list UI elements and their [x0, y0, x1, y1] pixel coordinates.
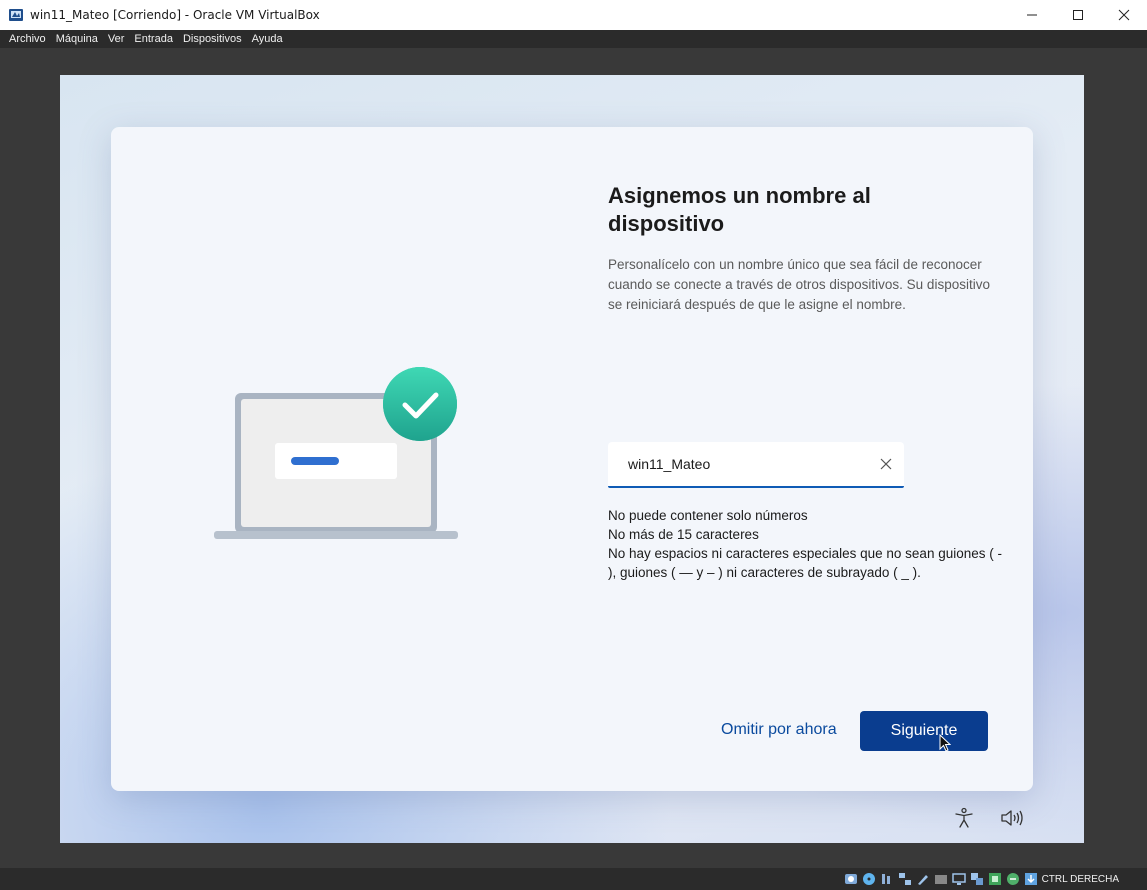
menu-ayuda[interactable]: Ayuda — [247, 30, 288, 48]
name-rules: No puede contener solo números No más de… — [608, 506, 1003, 582]
recording-icon[interactable] — [970, 872, 984, 886]
menu-bar: Archivo Máquina Ver Entrada Dispositivos… — [0, 30, 1147, 48]
guest-screen[interactable]: Asignemos un nombre al dispositivo Perso… — [60, 75, 1084, 843]
maximize-button[interactable] — [1055, 0, 1101, 30]
usb-icon[interactable] — [916, 872, 930, 886]
keyboard-icon[interactable] — [1024, 872, 1038, 886]
setup-card: Asignemos un nombre al dispositivo Perso… — [111, 127, 1033, 791]
rule-item: No hay espacios ni caracteres especiales… — [608, 546, 1002, 580]
rule-item: No puede contener solo números — [608, 508, 808, 523]
page-description: Personalícelo con un nombre único que se… — [608, 257, 990, 312]
mouse-cursor-icon — [939, 734, 951, 752]
volume-icon[interactable] — [1000, 807, 1024, 829]
window-title: win11_Mateo [Corriendo] - Oracle VM Virt… — [30, 8, 320, 22]
audio-icon[interactable] — [880, 872, 894, 886]
page-title: Asignemos un nombre al dispositivo — [608, 183, 871, 236]
network-icon[interactable] — [898, 872, 912, 886]
hdd-icon[interactable] — [844, 872, 858, 886]
close-icon — [1118, 9, 1130, 21]
window-controls — [1009, 0, 1147, 30]
mouse-integration-icon[interactable] — [1006, 872, 1020, 886]
next-button[interactable]: Siguiente — [860, 711, 988, 751]
maximize-icon — [1073, 10, 1083, 20]
clear-input-button[interactable] — [874, 452, 898, 476]
menu-maquina[interactable]: Máquina — [51, 30, 103, 48]
close-window-button[interactable] — [1101, 0, 1147, 30]
device-name-input[interactable] — [608, 442, 868, 486]
rule-item: No más de 15 caracteres — [608, 527, 759, 542]
device-name-field — [608, 442, 904, 488]
window-titlebar: win11_Mateo [Corriendo] - Oracle VM Virt… — [0, 0, 1147, 30]
minimize-button[interactable] — [1009, 0, 1055, 30]
laptop-check-illustration — [214, 367, 458, 539]
vm-display-area: Asignemos un nombre al dispositivo Perso… — [0, 48, 1147, 868]
menu-entrada[interactable]: Entrada — [129, 30, 178, 48]
display-icon[interactable] — [951, 872, 966, 886]
virtualbox-app-icon — [9, 9, 23, 21]
menu-dispositivos[interactable]: Dispositivos — [178, 30, 247, 48]
host-key-label: CTRL DERECHA — [1041, 873, 1119, 885]
skip-button[interactable]: Omitir por ahora — [721, 721, 837, 745]
cpu-icon[interactable] — [988, 872, 1002, 886]
shared-folder-icon[interactable] — [934, 872, 948, 886]
menu-archivo[interactable]: Archivo — [4, 30, 51, 48]
accessibility-icon[interactable] — [953, 807, 975, 829]
clear-icon — [880, 458, 892, 470]
menu-ver[interactable]: Ver — [103, 30, 130, 48]
minimize-icon — [1027, 14, 1037, 16]
vm-status-bar: CTRL DERECHA — [0, 868, 1147, 890]
optical-disk-icon[interactable] — [862, 872, 876, 886]
